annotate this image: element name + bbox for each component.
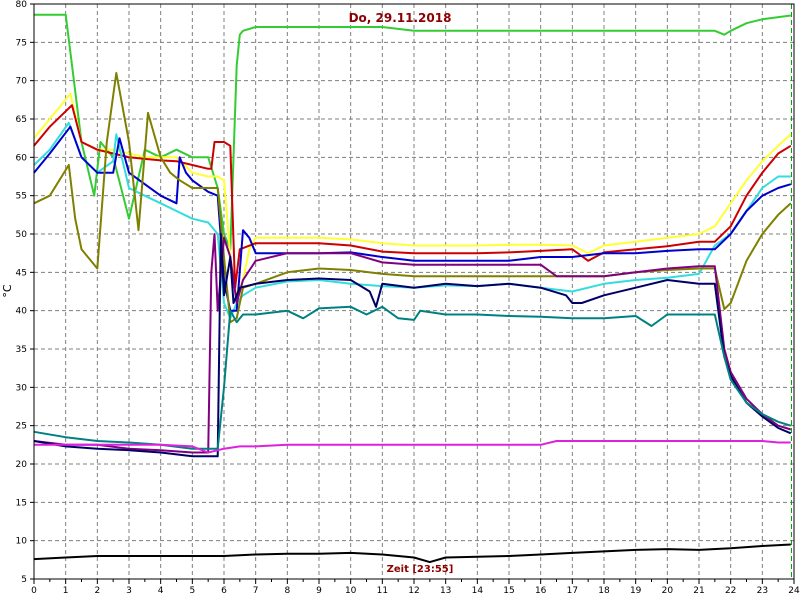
x-tick-label: 1 xyxy=(63,586,69,596)
x-tick-label: 10 xyxy=(345,586,357,596)
x-tick-label: 11 xyxy=(377,586,388,596)
y-tick-label: 75 xyxy=(16,38,27,48)
x-tick-label: 20 xyxy=(662,586,674,596)
y-tick-label: 70 xyxy=(16,77,28,87)
x-tick-label: 13 xyxy=(440,586,451,596)
y-tick-label: 65 xyxy=(16,115,27,125)
y-tick-label: 30 xyxy=(16,383,28,393)
x-tick-label: 22 xyxy=(725,586,736,596)
y-tick-label: 50 xyxy=(16,230,28,240)
x-tick-label: 23 xyxy=(757,586,768,596)
y-tick-label: 5 xyxy=(21,575,27,585)
x-tick-label: 0 xyxy=(31,586,37,596)
y-tick-label: 15 xyxy=(16,498,27,508)
x-tick-label: 15 xyxy=(503,586,514,596)
x-tick-label: 24 xyxy=(788,586,800,596)
x-tick-label: 12 xyxy=(408,586,419,596)
x-tick-labels: 0 1 2 3 4 5 6 7 8 9 10 11 12 13 14 15 16 17 18 19 20 21 22 23 24 xyxy=(31,586,800,596)
y-tick-label: 25 xyxy=(16,422,27,432)
x-tick-label: 4 xyxy=(158,586,164,596)
x-tick-label: 16 xyxy=(535,586,547,596)
y-tick-label: 55 xyxy=(16,192,27,202)
x-tick-label: 2 xyxy=(94,586,100,596)
temperature-chart: 0 1 2 3 4 5 6 7 8 9 10 11 12 13 14 15 16 17 18 19 20 21 22 23 24… xyxy=(1,0,800,596)
x-tick-label: 7 xyxy=(253,586,259,596)
y-tick-label: 35 xyxy=(16,345,27,355)
x-tick-label: 14 xyxy=(472,586,484,596)
x-tick-label: 3 xyxy=(126,586,132,596)
y-tick-label: 20 xyxy=(16,460,28,470)
x-tick-label: 19 xyxy=(630,586,642,596)
chart-title: Do, 29.11.2018 xyxy=(349,11,452,25)
y-tick-label: 60 xyxy=(16,153,28,163)
x-tick-label: 9 xyxy=(316,586,322,596)
y-tick-label: 80 xyxy=(16,0,28,10)
x-tick-label: 21 xyxy=(693,586,704,596)
x-tick-label: 18 xyxy=(598,586,610,596)
y-axis-label: °C xyxy=(1,284,14,298)
y-tick-label: 10 xyxy=(16,537,28,547)
x-tick-label: 5 xyxy=(189,586,195,596)
x-axis-label: Zeit [23:55] xyxy=(387,564,454,575)
x-tick-label: 17 xyxy=(567,586,578,596)
x-tick-label: 8 xyxy=(284,586,290,596)
x-tick-label: 6 xyxy=(221,586,227,596)
y-tick-label: 40 xyxy=(16,307,28,317)
y-tick-label: 45 xyxy=(16,268,27,278)
y-tick-labels: 5 10 15 20 25 30 35 40 45 50 55 60 65 70 75 80 xyxy=(16,0,28,585)
